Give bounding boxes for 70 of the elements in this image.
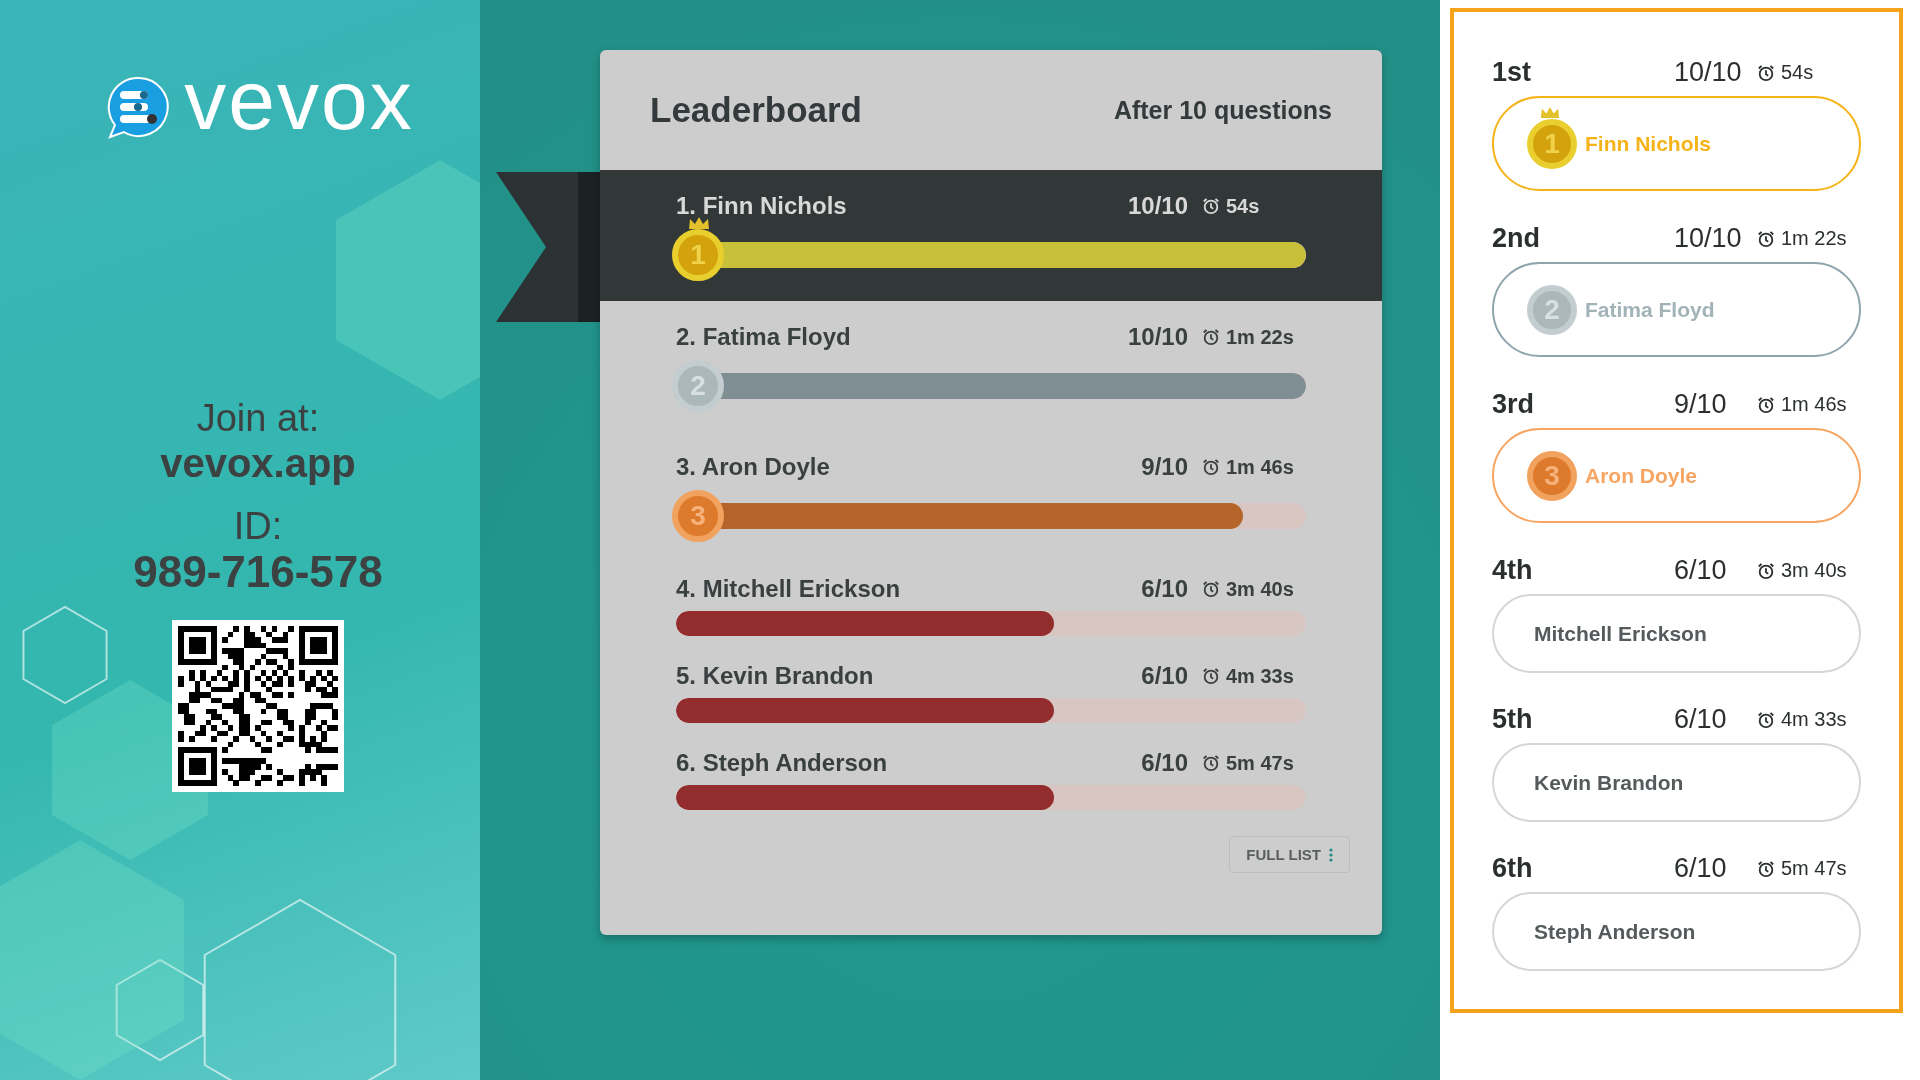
clock-icon	[1202, 754, 1220, 772]
player-time: 4m 33s	[1781, 708, 1847, 731]
clock-icon	[1202, 458, 1220, 476]
player-time: 3m 40s	[1226, 577, 1294, 601]
player-time: 54s	[1781, 61, 1814, 84]
player-time: 1m 46s	[1781, 393, 1847, 416]
session-id: 989-716-578	[133, 548, 383, 596]
player-name: 6. Steph Anderson	[676, 749, 889, 777]
player-name: Mitchell Erickson	[1534, 621, 1707, 646]
player-score: 10/10	[1674, 57, 1743, 88]
player-score: 10/10	[1126, 323, 1188, 351]
player-name: Aron Doyle	[1585, 463, 1697, 488]
leaderboard-subtitle: After 10 questions	[1113, 95, 1332, 125]
clock-icon	[1202, 328, 1220, 346]
player-score: 6/10	[1140, 662, 1188, 690]
rank-label: 5th	[1492, 704, 1534, 735]
player-score: 6/10	[1674, 555, 1728, 586]
clock-icon	[1202, 667, 1220, 685]
player-name: 5. Kevin Brandon	[676, 662, 875, 690]
rank-label: 4th	[1492, 555, 1534, 586]
clock-icon	[1202, 197, 1220, 215]
player-score: 9/10	[1674, 389, 1728, 420]
player-name: Fatima Floyd	[1585, 297, 1715, 322]
player-time: 1m 22s	[1226, 325, 1294, 349]
player-time: 5m 47s	[1781, 857, 1847, 880]
rank-label: 2nd	[1492, 223, 1541, 254]
player-name: 2. Fatima Floyd	[676, 323, 852, 351]
join-url: vevox.app	[160, 440, 356, 486]
player-name: Finn Nichols	[1585, 131, 1711, 156]
player-score: 6/10	[1140, 749, 1188, 777]
clock-icon	[1202, 580, 1220, 598]
player-score: 6/10	[1674, 704, 1728, 735]
player-name: Kevin Brandon	[1534, 770, 1684, 795]
medal-badge: 1	[672, 229, 724, 281]
player-score: 10/10	[1674, 223, 1743, 254]
player-name: 1. Finn Nichols	[676, 192, 848, 220]
player-time: 4m 33s	[1226, 664, 1294, 688]
clock-icon	[1757, 63, 1775, 82]
full-list-button[interactable]: FULL LIST	[1229, 836, 1350, 873]
clock-icon	[1757, 229, 1775, 248]
rank-label: 1st	[1492, 57, 1533, 88]
more-dots-icon	[1329, 847, 1333, 862]
crown-icon	[688, 216, 710, 230]
clock-icon	[1757, 395, 1775, 414]
player-name: 4. Mitchell Erickson	[676, 575, 902, 603]
id-label: ID:	[233, 504, 283, 548]
player-score: 9/10	[1140, 453, 1188, 481]
player-name: 3. Aron Doyle	[676, 453, 831, 481]
medal-badge: 1	[1527, 118, 1577, 169]
player-score: 6/10	[1140, 575, 1188, 603]
leaderboard-title: Leaderboard	[650, 90, 862, 130]
player-time: 54s	[1226, 194, 1260, 218]
player-time: 1m 22s	[1781, 227, 1847, 250]
player-score: 6/10	[1674, 853, 1728, 884]
rank-label: 6th	[1492, 853, 1534, 884]
logo-icon	[106, 75, 171, 139]
crown-icon	[1540, 106, 1560, 119]
rank-label: 3rd	[1492, 389, 1536, 420]
player-time: 5m 47s	[1226, 751, 1294, 775]
player-name: Steph Anderson	[1534, 919, 1696, 944]
medal-badge: 3	[1527, 450, 1577, 501]
medal-badge: 3	[672, 490, 724, 542]
clock-icon	[1757, 561, 1775, 580]
clock-icon	[1757, 859, 1775, 878]
player-time: 1m 46s	[1226, 455, 1294, 479]
player-score: 10/10	[1126, 192, 1188, 220]
join-label: Join at:	[196, 396, 320, 440]
clock-icon	[1757, 710, 1775, 729]
player-time: 3m 40s	[1781, 559, 1847, 582]
logo-wordmark: vevox	[184, 58, 414, 149]
